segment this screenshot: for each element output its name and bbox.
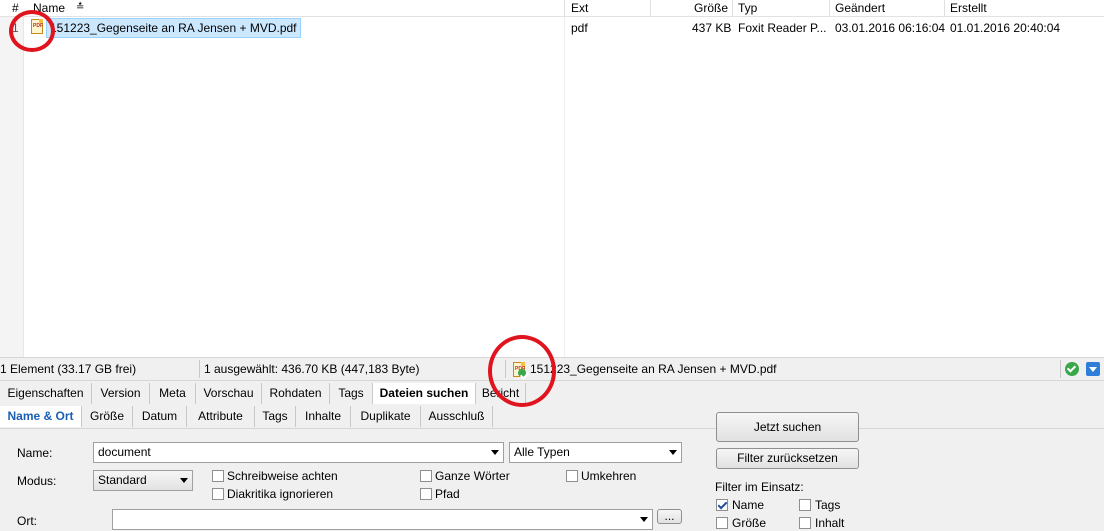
column-header-size[interactable]: Größe xyxy=(694,1,728,15)
file-type-cell: Foxit Reader P... xyxy=(738,21,827,35)
file-created-cell: 01.01.2016 20:40:04 xyxy=(950,21,1061,35)
whole-words-checkbox[interactable] xyxy=(420,470,432,482)
annotation-circle xyxy=(9,10,55,52)
tab-contents[interactable]: Inhalte xyxy=(296,406,351,427)
path-checkbox[interactable] xyxy=(420,488,432,500)
browse-button[interactable]: ... xyxy=(657,509,682,524)
tab-version[interactable]: Version xyxy=(92,383,150,404)
tab-meta[interactable]: Meta xyxy=(150,383,196,404)
tab-attributes[interactable]: Attribute xyxy=(187,406,255,427)
chevron-down-icon xyxy=(491,450,499,455)
file-modified-cell: 03.01.2016 06:16:04 xyxy=(835,21,946,35)
tab-date[interactable]: Datum xyxy=(133,406,187,427)
filters-heading: Filter im Einsatz: xyxy=(715,480,804,494)
location-label: Ort: xyxy=(17,514,37,528)
type-select[interactable]: Alle Typen xyxy=(509,442,682,463)
filter-name-checkbox[interactable] xyxy=(716,499,728,511)
reset-filter-button[interactable]: Filter zurücksetzen xyxy=(716,448,859,469)
dropdown-menu-icon[interactable] xyxy=(1086,362,1100,376)
tab-raw-data[interactable]: Rohdaten xyxy=(262,383,330,404)
ignore-diacritics-label: Diakritika ignorieren xyxy=(227,487,334,501)
filter-size-checkbox[interactable] xyxy=(716,517,728,529)
search-tabs: Name & Ort Größe Datum Attribute Tags In… xyxy=(0,405,1104,428)
file-name-cell[interactable]: 151223_Gegenseite an RA Jensen + MVD.pdf xyxy=(46,18,301,38)
chevron-down-icon xyxy=(669,450,677,455)
type-select-value: Alle Typen xyxy=(514,445,570,459)
filter-content-label: Inhalt xyxy=(815,516,845,530)
tab-preview[interactable]: Vorschau xyxy=(196,383,262,404)
column-header-type[interactable]: Typ xyxy=(738,1,757,15)
path-label: Pfad xyxy=(435,487,460,501)
tab-tags[interactable]: Tags xyxy=(330,383,373,404)
filter-name-label: Name xyxy=(732,498,765,512)
whole-words-label: Ganze Wörter xyxy=(435,469,510,483)
status-file-name: 151223_Gegenseite an RA Jensen + MVD.pdf xyxy=(530,362,777,376)
row-number-column xyxy=(0,17,24,357)
column-header-modified[interactable]: Geändert xyxy=(835,1,885,15)
tab-name-location[interactable]: Name & Ort xyxy=(0,406,82,427)
case-sensitive-checkbox[interactable] xyxy=(212,470,224,482)
mode-select-value: Standard xyxy=(98,473,147,487)
search-now-button[interactable]: Jetzt suchen xyxy=(716,412,859,442)
filter-size-label: Größe xyxy=(732,516,767,530)
sort-ascending-icon: ≛ xyxy=(76,2,85,13)
tab-size[interactable]: Größe xyxy=(82,406,133,427)
mode-label: Modus: xyxy=(17,474,57,488)
invert-label: Umkehren xyxy=(581,469,637,483)
file-ext-cell: pdf xyxy=(571,21,588,35)
tab-duplicates[interactable]: Duplikate xyxy=(351,406,421,427)
column-header-ext[interactable]: Ext xyxy=(571,1,588,15)
name-input-value: document xyxy=(98,445,151,459)
filter-tags-label: Tags xyxy=(815,498,841,512)
name-input[interactable]: document xyxy=(93,442,504,463)
tab-find-files[interactable]: Dateien suchen xyxy=(373,383,476,404)
tab-exclusion[interactable]: Ausschluß xyxy=(421,406,493,427)
chevron-down-icon xyxy=(640,517,648,522)
ignore-diacritics-checkbox[interactable] xyxy=(212,488,224,500)
invert-checkbox[interactable] xyxy=(566,470,578,482)
column-header-created[interactable]: Erstellt xyxy=(950,1,987,15)
mode-select[interactable]: Standard xyxy=(93,470,193,491)
column-header-row: # Name ≛ Ext Größe Typ Geändert Erstellt xyxy=(0,0,1104,17)
tab-properties[interactable]: Eigenschaften xyxy=(0,383,92,404)
file-list[interactable]: # Name ≛ Ext Größe Typ Geändert Erstellt… xyxy=(0,0,1104,357)
case-sensitive-label: Schreibweise achten xyxy=(227,469,338,483)
tab-tags[interactable]: Tags xyxy=(255,406,296,427)
name-label: Name: xyxy=(17,446,53,460)
ok-status-icon[interactable] xyxy=(1065,362,1079,376)
file-size-cell: 437 KB xyxy=(692,21,732,35)
status-item-count: 1 Element (33.17 GB frei) xyxy=(0,362,137,376)
status-selection: 1 ausgewählt: 436.70 KB (447,183 Byte) xyxy=(204,362,420,376)
annotation-circle xyxy=(488,335,556,407)
filter-tags-checkbox[interactable] xyxy=(799,499,811,511)
filter-content-checkbox[interactable] xyxy=(799,517,811,529)
column-divider xyxy=(564,17,565,357)
location-input[interactable] xyxy=(112,509,653,530)
chevron-down-icon xyxy=(180,478,188,483)
